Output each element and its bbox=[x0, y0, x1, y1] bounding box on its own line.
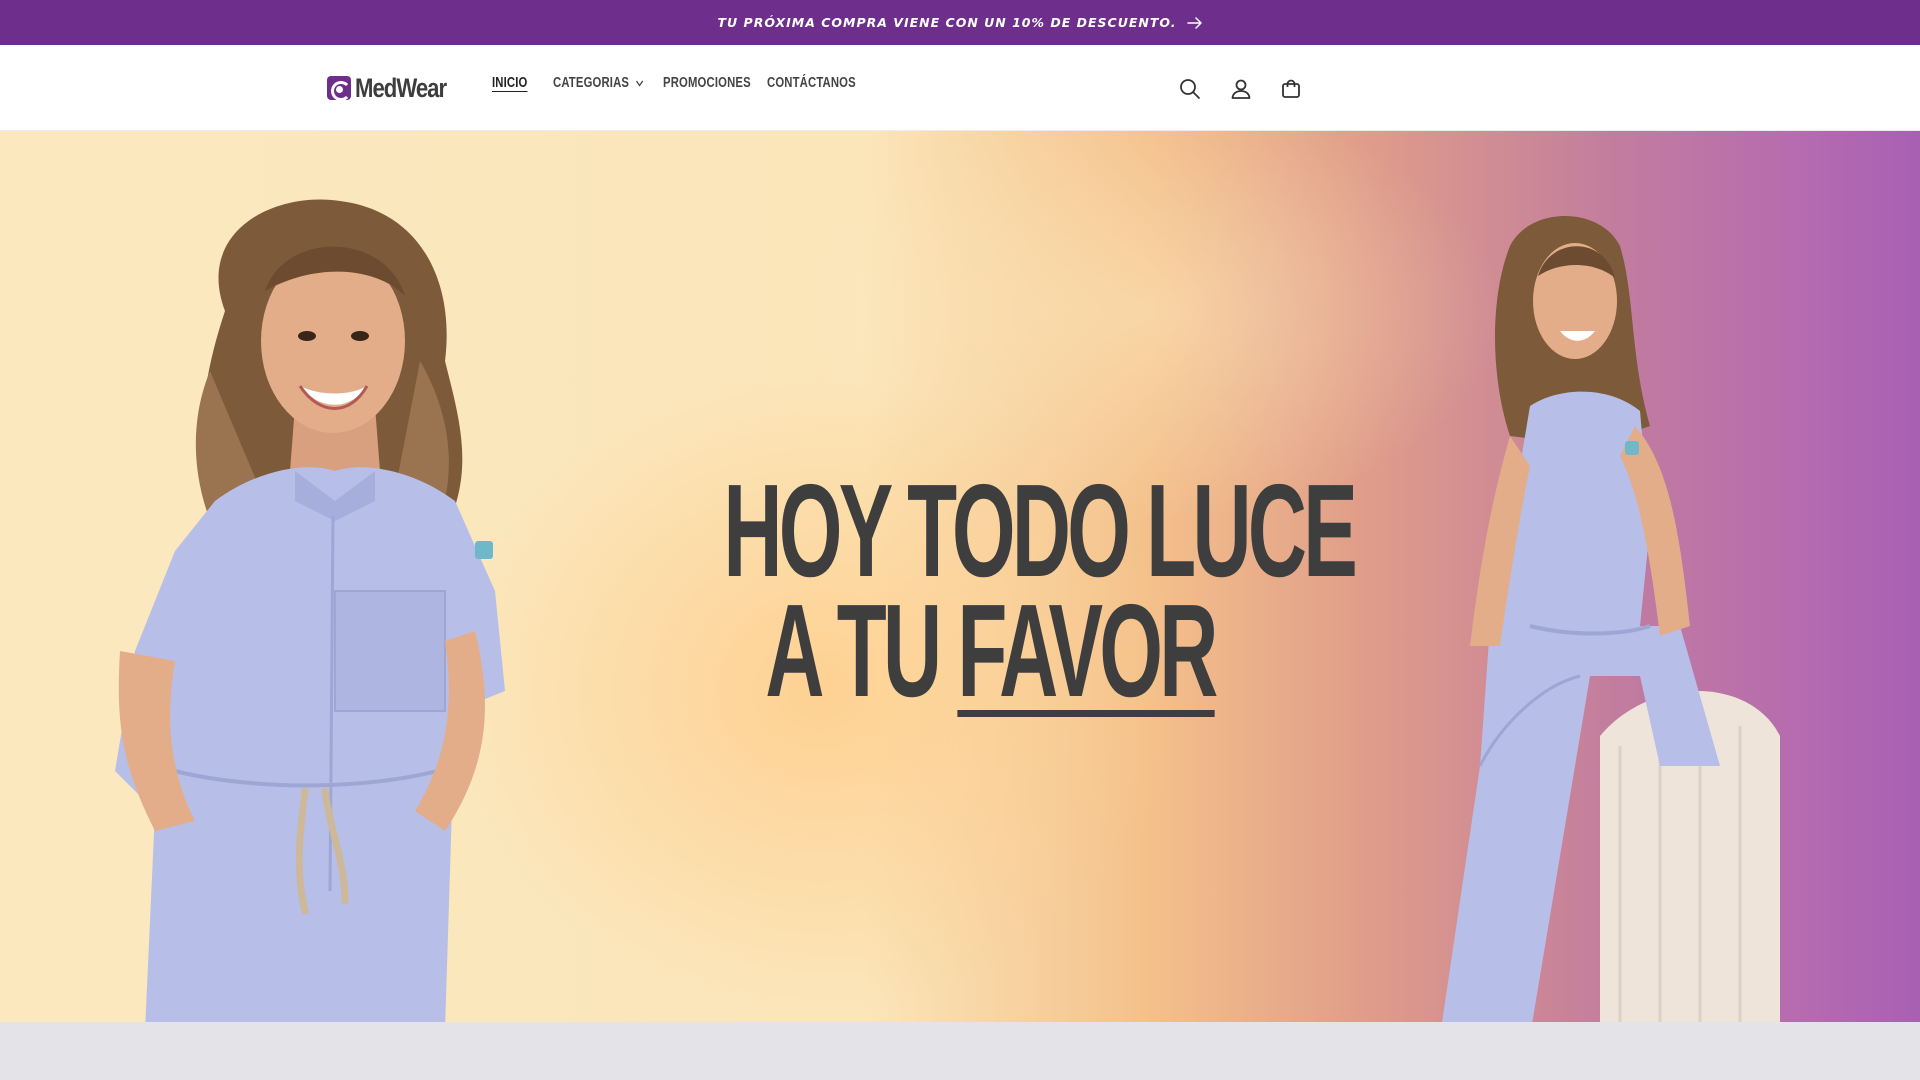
arrow-right-icon bbox=[1186, 16, 1202, 29]
nav-item-categorias-label: CATEGORIAS bbox=[553, 75, 630, 91]
cart-icon bbox=[1282, 79, 1300, 98]
account-button[interactable] bbox=[1223, 71, 1259, 107]
nav-item-inicio[interactable]: INICIO bbox=[492, 75, 527, 91]
chevron-down-icon bbox=[635, 80, 643, 87]
site-header: MedWear INICIO CATEGORIAS PROMOCIONES CO… bbox=[0, 45, 1920, 131]
nav-item-categorias[interactable]: CATEGORIAS bbox=[553, 75, 643, 91]
nav-item-promociones[interactable]: PROMOCIONES bbox=[663, 75, 751, 91]
logo-mark-icon bbox=[327, 76, 351, 100]
model-standing-image bbox=[115, 199, 505, 1022]
logo[interactable]: MedWear bbox=[327, 71, 466, 105]
headline-underlined-word: FAVOR bbox=[957, 577, 1218, 724]
account-icon bbox=[1231, 79, 1251, 99]
main-nav: INICIO CATEGORIAS PROMOCIONES CONTÁCTANO… bbox=[492, 75, 856, 91]
cart-button[interactable] bbox=[1273, 71, 1309, 107]
headline-line-1: HOY TODO LUCE bbox=[723, 457, 1357, 604]
hero-headline: HOY TODO LUCE A TU FAVOR bbox=[560, 457, 1420, 717]
logo-text: MedWear bbox=[355, 72, 447, 103]
headline-line-2: A TU FAVOR bbox=[723, 585, 1256, 717]
hero-banner[interactable]: HOY TODO LUCE A TU FAVOR bbox=[0, 131, 1920, 1022]
headline-line-2-prefix: A TU bbox=[765, 577, 958, 724]
announcement-text[interactable]: TU PRÓXIMA COMPRA VIENE CON UN 10% DE DE… bbox=[718, 15, 1177, 30]
model-sitting-image bbox=[1442, 216, 1780, 1022]
next-section-strip bbox=[0, 1022, 1920, 1080]
search-button[interactable] bbox=[1172, 71, 1208, 107]
search-icon bbox=[1180, 79, 1200, 99]
announcement-bar[interactable]: TU PRÓXIMA COMPRA VIENE CON UN 10% DE DE… bbox=[0, 0, 1920, 45]
nav-item-contactanos[interactable]: CONTÁCTANOS bbox=[767, 75, 856, 91]
